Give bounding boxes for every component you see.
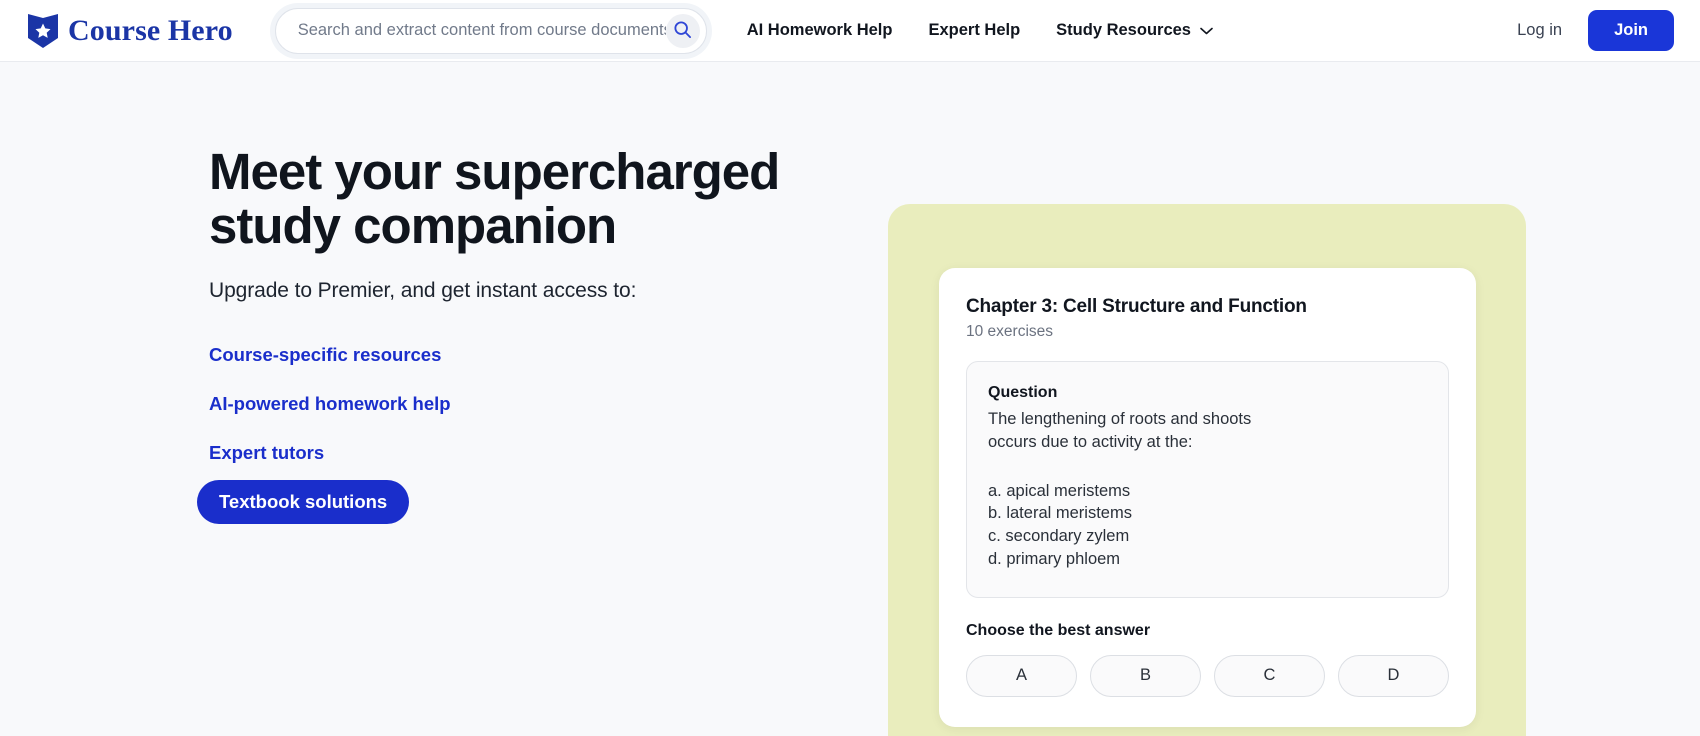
search-input[interactable] bbox=[297, 8, 666, 53]
answer-button-a[interactable]: A bbox=[966, 654, 1077, 697]
feature-item-course-specific-resources[interactable]: Course-specific resources bbox=[209, 333, 441, 377]
question-label: Question bbox=[988, 384, 1058, 401]
site-header: Course Hero AI Homework Help Expert Help… bbox=[0, 0, 1700, 62]
choice-c: c. secondary zylem bbox=[988, 527, 1130, 546]
search-icon bbox=[673, 20, 692, 42]
choice-a: a. apical meristems bbox=[988, 481, 1131, 500]
hero-section: Meet your supercharged study companion U… bbox=[197, 143, 809, 525]
exercise-count: 10 exercises bbox=[966, 323, 1054, 340]
course-hero-logo[interactable]: Course Hero bbox=[27, 13, 233, 49]
feature-list: Course-specific resources AI-powered hom… bbox=[197, 333, 809, 525]
join-button[interactable]: Join bbox=[1588, 10, 1674, 51]
answer-button-group: A B C D bbox=[966, 654, 1449, 697]
answer-button-d[interactable]: D bbox=[1338, 654, 1449, 697]
choice-b: b. lateral meristems bbox=[988, 504, 1132, 523]
exercise-card: Chapter 3: Cell Structure and Function 1… bbox=[939, 268, 1476, 727]
feature-item-ai-powered-homework-help[interactable]: AI-powered homework help bbox=[209, 382, 451, 426]
header-actions: Log in Join bbox=[1517, 10, 1678, 51]
choose-answer-label: Choose the best answer bbox=[966, 621, 1151, 639]
chapter-title: Chapter 3: Cell Structure and Function bbox=[966, 296, 1307, 317]
choice-d: d. primary phloem bbox=[988, 549, 1121, 568]
page-title: Meet your supercharged study companion bbox=[209, 143, 780, 255]
nav-label: Study Resources bbox=[1056, 21, 1191, 39]
nav-label: Expert Help bbox=[928, 21, 1021, 39]
question-choices: a. apical meristems b. lateral meristems… bbox=[988, 480, 1427, 571]
answer-button-b[interactable]: B bbox=[1090, 654, 1201, 697]
question-box: Question The lengthening of roots and sh… bbox=[966, 361, 1449, 598]
feature-item-textbook-solutions[interactable]: Textbook solutions bbox=[197, 480, 410, 525]
chevron-down-icon bbox=[1200, 21, 1213, 40]
shield-star-icon bbox=[27, 13, 59, 49]
logo-wordmark: Course Hero bbox=[68, 13, 233, 47]
nav-item-study-resources[interactable]: Study Resources bbox=[1056, 21, 1213, 40]
answer-button-c[interactable]: C bbox=[1214, 654, 1325, 697]
main-content: Meet your supercharged study companion U… bbox=[0, 62, 1700, 736]
nav-item-ai-homework-help[interactable]: AI Homework Help bbox=[747, 21, 893, 40]
search-bar[interactable] bbox=[274, 7, 707, 54]
question-text: The lengthening of roots and shoots occu… bbox=[988, 410, 1252, 451]
log-in-button[interactable]: Log in bbox=[1517, 21, 1562, 40]
primary-nav: AI Homework Help Expert Help Study Resou… bbox=[747, 21, 1213, 40]
nav-label: AI Homework Help bbox=[746, 21, 893, 39]
hero-subtitle: Upgrade to Premier, and get instant acce… bbox=[209, 279, 637, 303]
search-button[interactable] bbox=[665, 13, 700, 48]
feature-item-expert-tutors[interactable]: Expert tutors bbox=[209, 431, 324, 475]
nav-item-expert-help[interactable]: Expert Help bbox=[928, 21, 1020, 40]
preview-panel: Chapter 3: Cell Structure and Function 1… bbox=[888, 204, 1526, 736]
